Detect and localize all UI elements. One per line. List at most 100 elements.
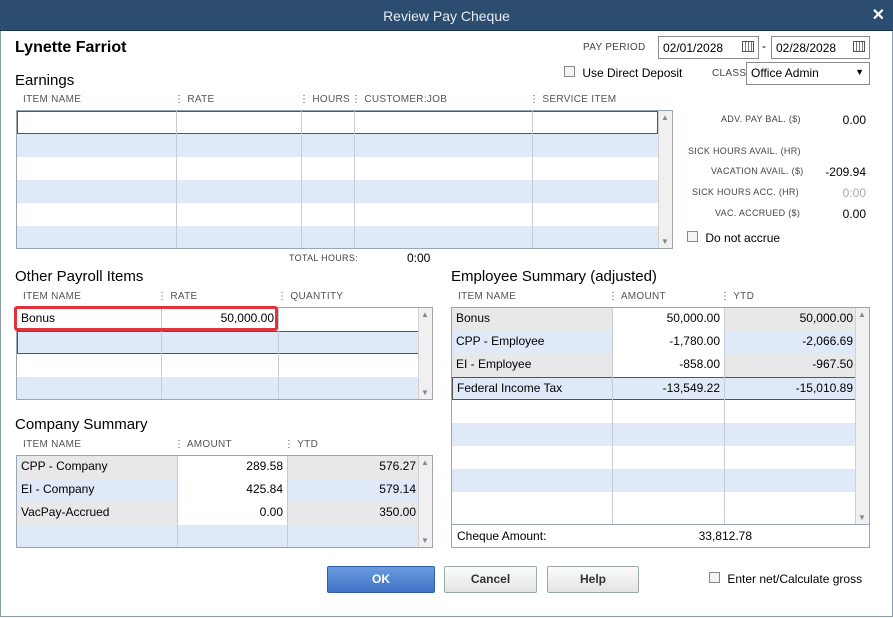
cell-item: Federal Income Tax — [457, 381, 563, 395]
cheque-amount-label: Cheque Amount: — [457, 529, 547, 543]
vacation-avail-value: -209.94 — [825, 165, 866, 179]
table-row — [452, 400, 857, 423]
cell-amount: 425.84 — [177, 479, 287, 502]
cell-amount: 289.58 — [246, 459, 283, 473]
table-row[interactable] — [17, 203, 658, 226]
adv-pay-bal-value: 0.00 — [842, 113, 866, 127]
table-row[interactable] — [17, 354, 420, 377]
class-label: CLASS — [712, 68, 747, 79]
column-divider — [177, 456, 178, 547]
enter-net-label: Enter net/Calculate gross — [727, 572, 863, 586]
pay-period-start-field[interactable]: 02/01/2028 — [658, 36, 759, 59]
other-col-quantity: ⋮ QUANTITY — [277, 291, 344, 302]
direct-deposit-checkbox[interactable]: Use Direct Deposit — [564, 66, 682, 80]
column-divider — [176, 111, 177, 248]
scroll-up-icon[interactable]: ▲ — [421, 458, 429, 467]
cell-ytd: 50,000.00 — [724, 308, 857, 331]
employee-col-item-name: ITEM NAME — [458, 291, 517, 302]
table-row: EI - Company 425.84 579.14 — [17, 479, 420, 502]
checkbox-icon[interactable] — [687, 231, 698, 242]
checkbox-icon[interactable] — [564, 66, 575, 77]
company-summary-grid: CPP - Company 289.58 576.27 EI - Company… — [16, 455, 433, 548]
other-payroll-scrollbar[interactable]: ▲ ▼ — [418, 308, 432, 399]
other-col-item-name: ITEM NAME — [23, 291, 82, 302]
table-row[interactable] — [17, 134, 658, 157]
table-row: Bonus 50,000.00 50,000.00 — [452, 308, 857, 331]
scroll-up-icon[interactable]: ▲ — [421, 310, 429, 319]
cell-amount: -1,780.00 — [612, 331, 724, 354]
cell-ytd: -2,066.69 — [802, 334, 853, 348]
cell-ytd: 350.00 — [287, 502, 420, 525]
scroll-up-icon[interactable]: ▲ — [661, 113, 669, 122]
do-not-accrue-checkbox[interactable]: Do not accrue — [687, 231, 780, 245]
pay-period-end-field[interactable]: 02/28/2028 — [771, 36, 870, 59]
cell-item: VacPay-Accrued — [17, 502, 177, 525]
company-summary-scrollbar[interactable]: ▲ ▼ — [418, 456, 432, 547]
cell-ytd: 576.27 — [287, 456, 420, 479]
table-row[interactable] — [17, 377, 420, 399]
earnings-col-service-item: ⋮ SERVICE ITEM — [529, 94, 617, 105]
table-row[interactable] — [17, 331, 419, 354]
table-row: CPP - Company 289.58 576.27 — [17, 456, 420, 479]
highlight-box — [14, 306, 278, 331]
table-row: Federal Income Tax -13,549.22 -15,010.89 — [452, 377, 856, 400]
cell-ytd: -967.50 — [724, 354, 857, 377]
other-payroll-title: Other Payroll Items — [15, 268, 144, 285]
table-row[interactable] — [17, 180, 658, 203]
scroll-down-icon[interactable]: ▼ — [421, 388, 429, 397]
scroll-down-icon[interactable]: ▼ — [421, 536, 429, 545]
sick-hours-acc-label: SICK HOURS ACC. (HR) — [692, 187, 800, 197]
table-row — [452, 423, 857, 446]
scroll-down-icon[interactable]: ▼ — [858, 513, 866, 522]
column-divider — [612, 308, 613, 524]
pay-period-end-value: 02/28/2028 — [776, 41, 837, 55]
table-row[interactable] — [17, 111, 658, 134]
earnings-col-rate: ⋮ RATE — [174, 94, 215, 105]
cell-quantity[interactable] — [278, 308, 420, 331]
chevron-down-icon[interactable]: ▼ — [855, 67, 864, 77]
table-row: CPP - Employee -1,780.00 -2,066.69 — [452, 331, 857, 354]
scroll-up-icon[interactable]: ▲ — [858, 310, 866, 319]
pay-period-separator: - — [762, 39, 766, 53]
enter-net-checkbox[interactable]: Enter net/Calculate gross — [709, 572, 862, 586]
vacation-avail-label: VACATION AVAIL. ($) — [711, 166, 804, 176]
employee-col-amount: ⋮ AMOUNT — [608, 291, 666, 302]
ok-button[interactable]: OK — [327, 566, 435, 593]
table-row[interactable] — [17, 157, 658, 180]
scroll-down-icon[interactable]: ▼ — [661, 237, 669, 246]
sick-hours-avail-label: SICK HOURS AVAIL. (HR) — [688, 146, 801, 156]
total-hours-label: TOTAL HOURS: — [289, 253, 358, 263]
sick-hours-acc-value: 0:00 — [842, 186, 866, 200]
earnings-scrollbar[interactable]: ▲ ▼ — [658, 111, 672, 248]
cancel-button[interactable]: Cancel — [444, 566, 537, 593]
cell-item: CPP - Employee — [456, 334, 545, 348]
employee-summary-title: Employee Summary (adjusted) — [451, 268, 657, 285]
employee-col-ytd: ⋮ YTD — [720, 291, 755, 302]
earnings-grid[interactable]: ▲ ▼ — [16, 110, 673, 249]
employee-summary-grid: Bonus 50,000.00 50,000.00 CPP - Employee… — [451, 307, 870, 525]
calendar-icon[interactable] — [742, 41, 754, 52]
class-dropdown[interactable]: Office Admin ▼ — [746, 62, 870, 85]
pay-period-label: PAY PERIOD — [583, 42, 646, 53]
calendar-icon[interactable] — [853, 41, 865, 52]
column-divider — [724, 308, 725, 524]
cell-amount: 50,000.00 — [666, 311, 720, 325]
cheque-amount-value: 33,812.78 — [698, 529, 752, 543]
checkbox-icon[interactable] — [709, 572, 720, 583]
cell-item: EI - Company — [21, 482, 95, 496]
close-icon[interactable]: ✕ — [872, 5, 885, 25]
help-button[interactable]: Help — [547, 566, 639, 593]
company-col-amount: ⋮ AMOUNT — [174, 439, 232, 450]
earnings-col-hours: ⋮ HOURS — [299, 94, 351, 105]
cell-item: Bonus — [452, 308, 612, 331]
adv-pay-bal-label: ADV. PAY BAL. ($) — [721, 114, 801, 124]
cell-item: CPP - Company — [17, 456, 177, 479]
company-summary-title: Company Summary — [15, 416, 148, 433]
total-hours-value: 0:00 — [407, 251, 431, 265]
employee-name: Lynette Farriot — [15, 39, 127, 56]
table-row: VacPay-Accrued 0.00 350.00 — [17, 502, 420, 525]
window-title: Review Pay Cheque — [383, 8, 510, 24]
table-row[interactable] — [17, 226, 658, 248]
employee-summary-scrollbar[interactable]: ▲ ▼ — [855, 308, 869, 524]
class-value: Office Admin — [751, 66, 819, 80]
